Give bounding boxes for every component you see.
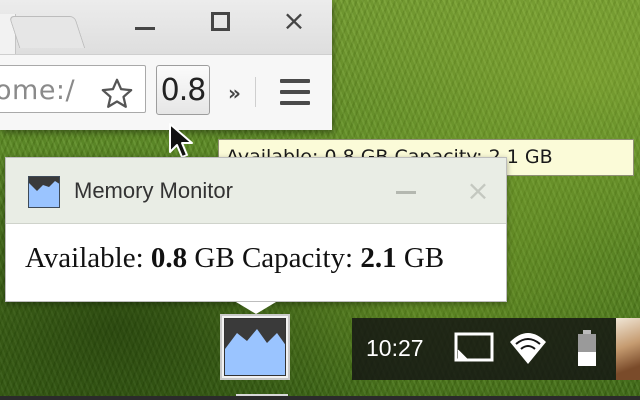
star-icon (101, 78, 133, 108)
capacity-unit: GB (403, 242, 445, 274)
maximize-button[interactable] (203, 6, 237, 36)
maximize-icon (210, 11, 230, 31)
extensions-overflow-icon[interactable]: » (228, 81, 241, 105)
wifi-icon (510, 333, 546, 364)
minimize-button[interactable] (128, 6, 162, 36)
url-text: ome:/ (0, 75, 76, 106)
user-avatar[interactable] (616, 318, 640, 380)
memory-monitor-popup: Memory Monitor × Available: 0.8 GB Capac… (5, 157, 507, 302)
close-button[interactable]: × (277, 6, 311, 36)
memory-monitor-extension-button[interactable]: 0.8 (156, 65, 210, 115)
memory-chart-icon (224, 318, 286, 376)
capacity-label: Capacity: (241, 242, 354, 274)
popup-pointer-arrow (236, 302, 276, 314)
popup-close-button[interactable]: × (461, 174, 495, 208)
battery-icon (578, 330, 596, 366)
minimize-icon (135, 26, 155, 30)
system-tray[interactable]: 10:27 (352, 318, 640, 380)
browser-toolbar: ome:/ 0.8 » (0, 54, 332, 130)
bookmark-star-icon[interactable] (98, 75, 136, 113)
minimize-icon (396, 190, 416, 194)
browser-window: × ome:/ 0.8 » (0, 0, 332, 130)
chrome-menu-icon[interactable] (280, 79, 310, 105)
toolbar-divider (255, 77, 256, 107)
available-value: 0.8 (150, 242, 188, 274)
memory-chart-icon (28, 176, 60, 208)
popup-header: Memory Monitor × (6, 158, 506, 224)
screen-icon (454, 332, 494, 362)
available-unit: GB (194, 242, 235, 274)
capacity-value: 2.1 (360, 242, 397, 274)
shelf-bottom-edge (0, 396, 640, 400)
close-icon: × (282, 4, 306, 37)
popup-minimize-button[interactable] (394, 180, 418, 204)
memory-stats: Available: 0.8 GB Capacity: 2.1 GB (25, 242, 444, 275)
title-bar: × (0, 0, 332, 54)
extension-badge: 0.8 (160, 72, 207, 108)
memory-monitor-shelf-icon[interactable] (220, 314, 290, 380)
mouse-cursor-icon (169, 123, 193, 158)
popup-title: Memory Monitor (74, 178, 233, 203)
available-label: Available: (25, 242, 144, 274)
clock-time[interactable]: 10:27 (366, 335, 424, 362)
new-tab-button[interactable] (8, 16, 86, 48)
